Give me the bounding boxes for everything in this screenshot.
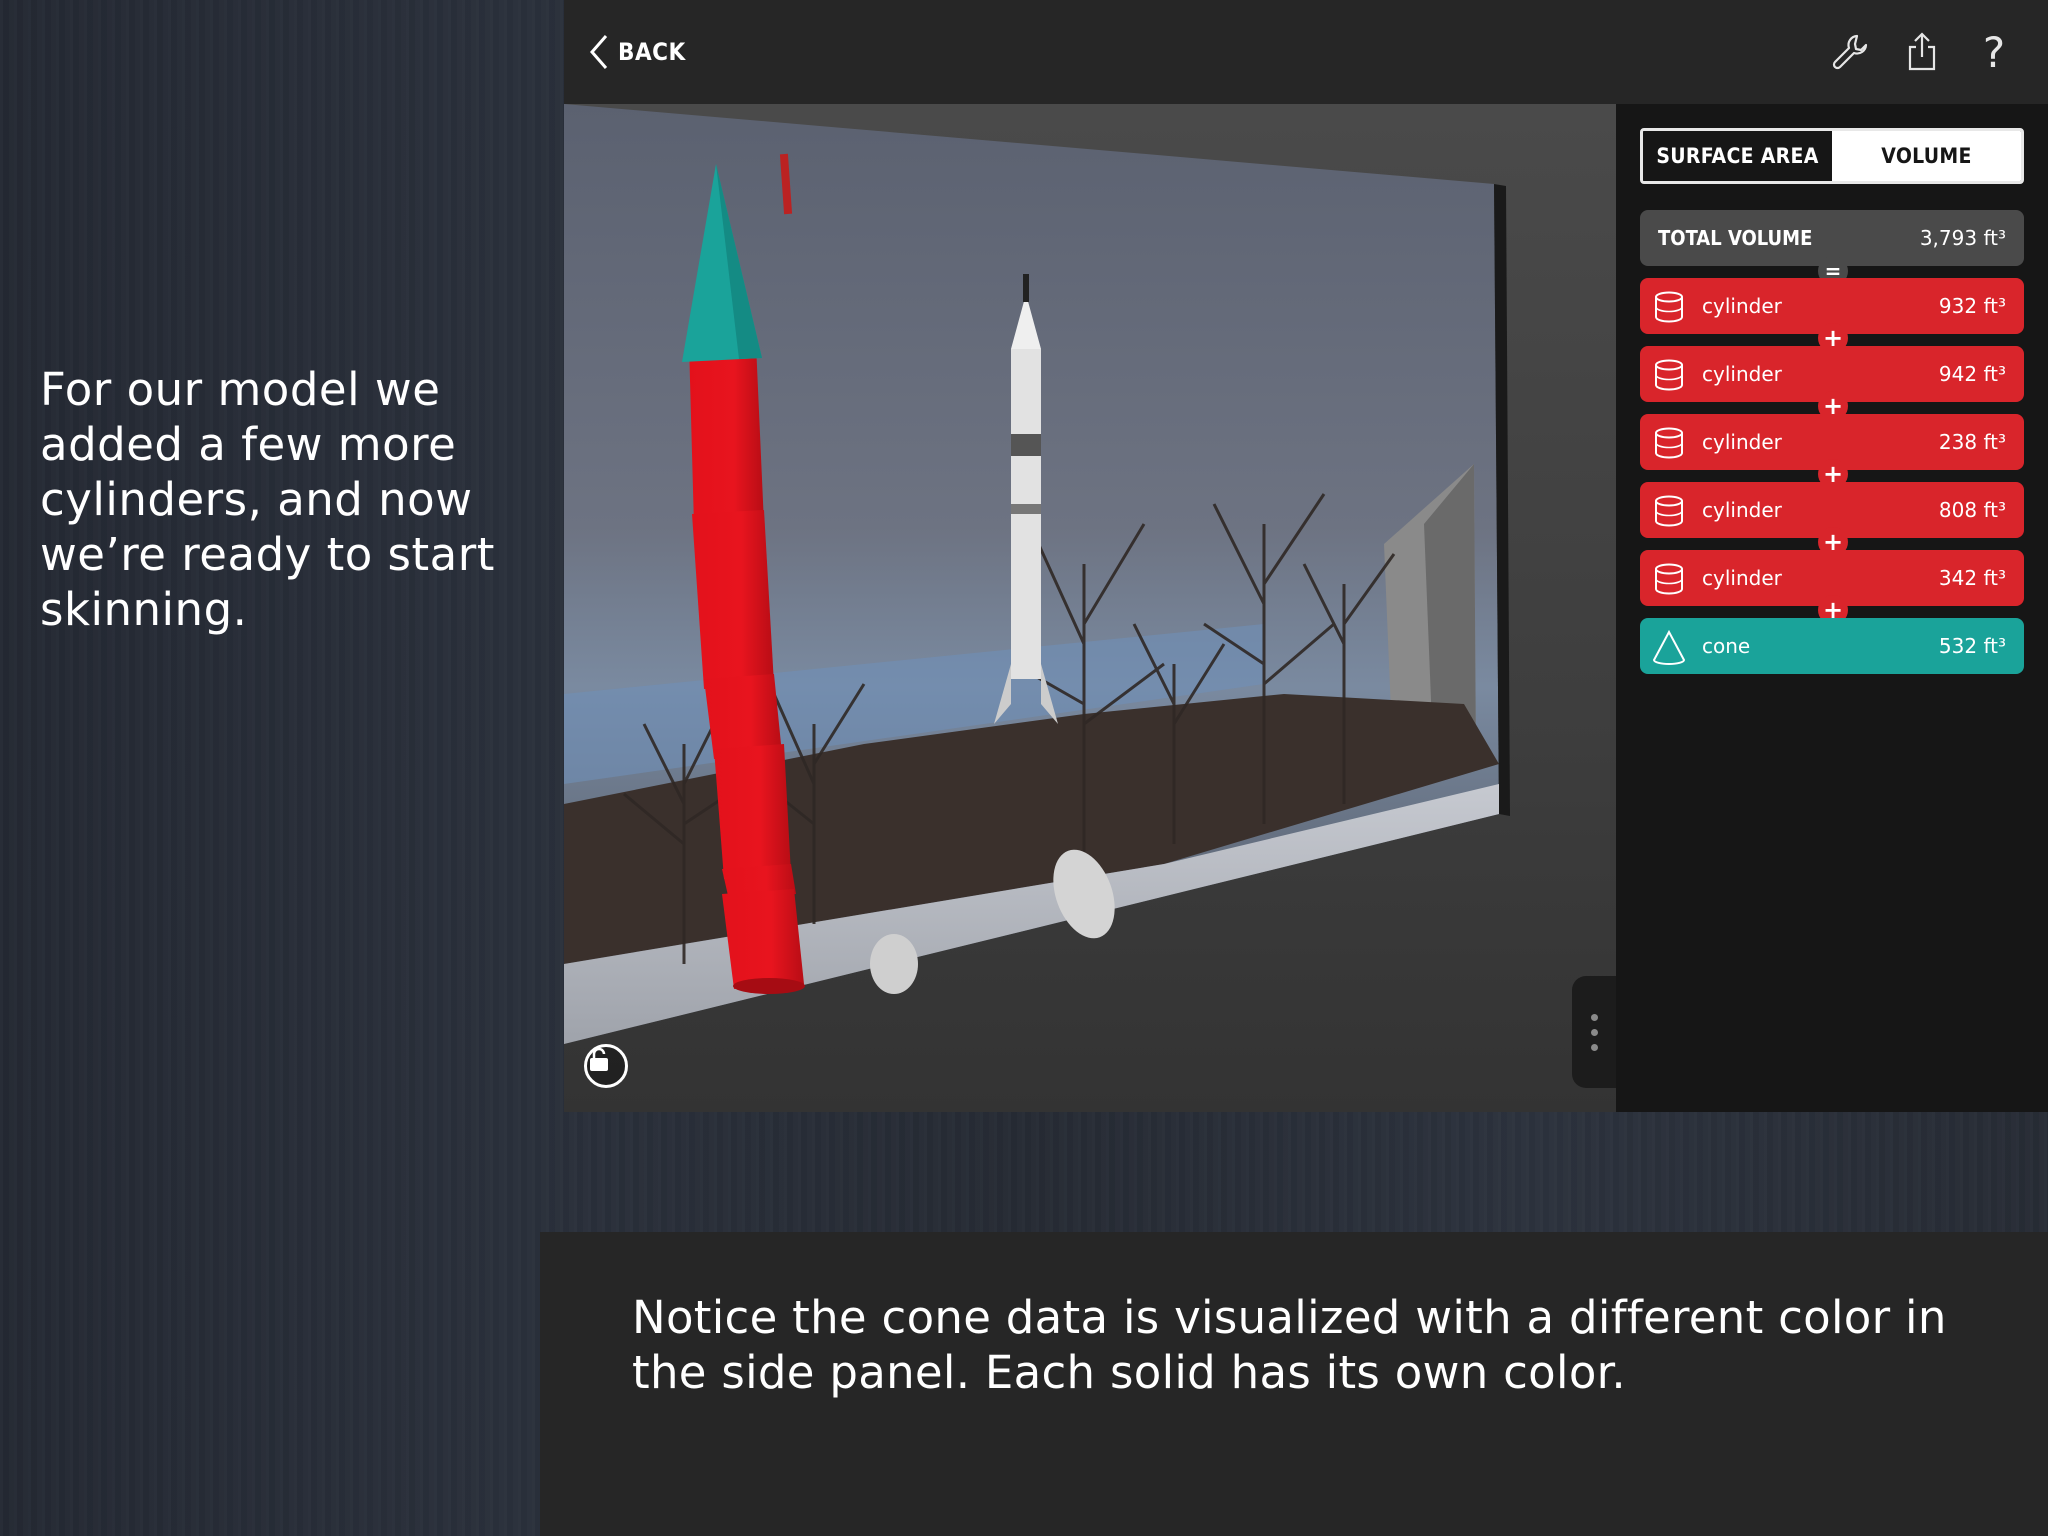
- solid-value: 238 ft³: [1938, 430, 2006, 454]
- dish: [870, 934, 918, 994]
- lock-button[interactable]: [584, 1044, 628, 1088]
- total-volume-label: TOTAL VOLUME: [1658, 226, 1813, 250]
- lock-icon: [590, 1047, 608, 1071]
- wrench-button[interactable]: [1826, 28, 1874, 76]
- left-caption: For our model we added a few more cylind…: [40, 363, 495, 636]
- solid-label: cylinder: [1702, 294, 1782, 318]
- solid-value: 932 ft³: [1938, 294, 2006, 318]
- back-chevron-icon: [590, 35, 608, 69]
- cylinder-icon: [1655, 427, 1683, 459]
- side-panel: SURFACE AREA VOLUME TOTAL VOLUME 3,793 f…: [1616, 104, 2048, 1112]
- solid-label: cylinder: [1702, 362, 1782, 386]
- solid-label: cone: [1702, 634, 1751, 658]
- grip-dot: [1590, 1028, 1598, 1036]
- ar-viewport[interactable]: [564, 104, 1616, 1112]
- back-button[interactable]: BACK: [588, 32, 686, 72]
- solid-value: 942 ft³: [1938, 362, 2006, 386]
- grip-dot: [1590, 1043, 1598, 1051]
- cylinder-icon: [1655, 291, 1683, 323]
- cylinder-icon: [1655, 359, 1683, 391]
- cylinder-icon: [1655, 563, 1683, 595]
- panel-grip-handle[interactable]: [1572, 976, 1616, 1088]
- solid-value: 342 ft³: [1938, 566, 2006, 590]
- grip-dot: [1590, 1013, 1598, 1021]
- share-button[interactable]: [1898, 28, 1946, 76]
- solid-value: 808 ft³: [1938, 498, 2006, 522]
- share-icon: [1908, 32, 1936, 71]
- tab-volume[interactable]: VOLUME: [1832, 131, 2021, 181]
- cone-icon: [1652, 629, 1686, 665]
- help-button[interactable]: ?: [1970, 27, 2018, 77]
- total-volume-value: 3,793 ft³: [1919, 226, 2006, 250]
- app-screenshot: BACK ? SURFACE AREA VOLUME TOTAL VOLUME …: [564, 0, 2048, 1112]
- help-icon: ?: [1982, 27, 2006, 77]
- tab-surface-area[interactable]: SURFACE AREA: [1643, 131, 1832, 181]
- back-label: BACK: [618, 38, 686, 66]
- measure-mode-toggle: SURFACE AREA VOLUME: [1640, 128, 2024, 184]
- top-bar: BACK ?: [564, 0, 2048, 104]
- ar-scene: [564, 104, 1510, 1044]
- wrench-icon: [1832, 34, 1868, 70]
- solid-label: cylinder: [1702, 498, 1782, 522]
- bottom-caption: Notice the cone data is visualized with …: [632, 1291, 1947, 1399]
- solid-label: cylinder: [1702, 430, 1782, 454]
- solid-label: cylinder: [1702, 566, 1782, 590]
- bottom-caption-box: Notice the cone data is visualized with …: [540, 1232, 2048, 1536]
- cylinder-icon: [1655, 495, 1683, 527]
- solid-row-cone[interactable]: cone 532 ft³: [1640, 618, 2024, 674]
- solid-value: 532 ft³: [1938, 634, 2006, 658]
